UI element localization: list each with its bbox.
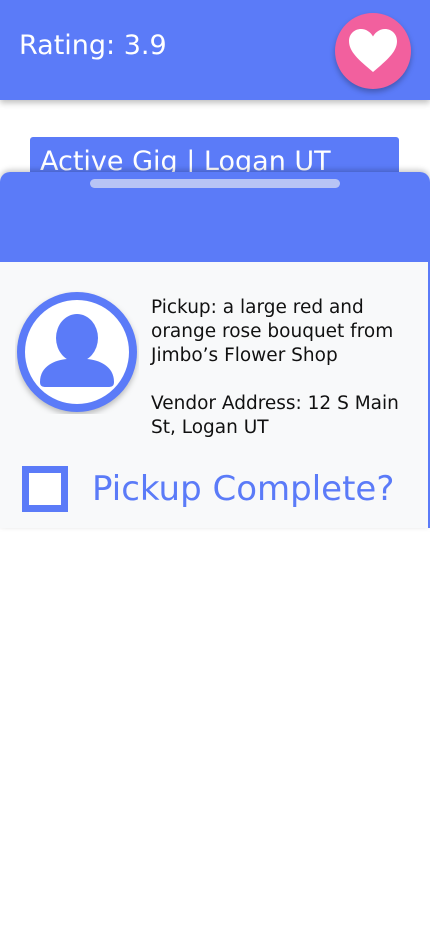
vendor-address: Vendor Address: 12 S Main St, Logan UT xyxy=(151,393,399,438)
sheet-header xyxy=(0,172,430,262)
pickup-details: Pickup: a large red and orange rose bouq… xyxy=(151,296,421,440)
user-avatar-icon xyxy=(17,292,137,412)
favorite-button[interactable] xyxy=(335,13,411,89)
drag-handle[interactable] xyxy=(90,179,340,188)
app-header: Rating: 3.9 xyxy=(0,0,430,100)
pickup-complete-checkbox[interactable] xyxy=(22,466,68,512)
heart-icon xyxy=(349,29,397,72)
details-spacer xyxy=(151,368,421,392)
rating-label: Rating: 3.9 xyxy=(19,30,167,61)
pickup-complete-label[interactable]: Pickup Complete? xyxy=(92,468,394,510)
gig-details-sheet: Pickup: a large red and orange rose bouq… xyxy=(0,172,430,528)
pickup-description: Pickup: a large red and orange rose bouq… xyxy=(151,297,394,366)
